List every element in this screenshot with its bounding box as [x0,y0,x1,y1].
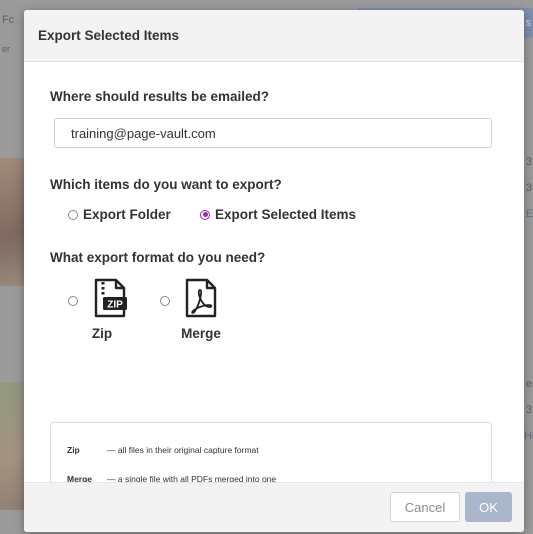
background-text-fragment: 3 [526,404,533,416]
background-text-fragment: er [2,44,11,54]
export-selected-items-label: Export Selected Items [215,207,357,222]
background-text-fragment: Fc [2,14,15,26]
format-section-label: What export format do you need? [50,250,266,265]
merge-format-radio[interactable] [160,296,170,306]
background-text-fragment: HC [524,430,533,442]
cancel-button[interactable]: Cancel [390,492,460,522]
background-text-fragment: 3 [526,182,533,194]
merge-format-option[interactable] [160,296,170,306]
background-thumbnail [0,382,24,510]
legend-description: — all files in their original capture fo… [107,445,259,455]
email-input[interactable] [54,118,492,148]
items-section-label: Which items do you want to export? [50,177,282,192]
dialog-title: Export Selected Items [38,28,180,43]
export-folder-radio[interactable] [68,209,78,220]
zip-format-option[interactable] [68,296,78,306]
export-dialog: Export Selected Items Where should resul… [24,10,524,532]
zip-icon-text: ZIP [107,300,123,311]
dialog-header: Export Selected Items [24,10,524,62]
email-section-label: Where should results be emailed? [50,89,270,104]
background-text-fragment: er [526,378,533,390]
zip-format-radio[interactable] [68,296,78,306]
background-thumbnail [0,158,24,286]
merge-format-label: Merge [181,326,221,341]
pdf-file-icon[interactable] [181,278,221,323]
zip-file-icon[interactable]: ZIP [90,278,130,323]
dialog-footer: Cancel OK [24,482,524,532]
background-text-fragment: 3 [526,156,533,168]
export-selected-items-radio[interactable] [200,209,210,220]
zip-format-label: Zip [91,326,113,341]
export-folder-label: Export Folder [83,207,171,222]
export-selected-items-option[interactable]: Export Selected Items [200,207,356,222]
ok-button[interactable]: OK [465,492,512,522]
background-button-fragment: s [525,17,532,29]
legend-key: Zip [67,445,80,455]
export-folder-option[interactable]: Export Folder [68,207,171,222]
legend-item: Zip — all files in their original captur… [67,445,259,455]
background-text-fragment: EA [526,208,533,220]
